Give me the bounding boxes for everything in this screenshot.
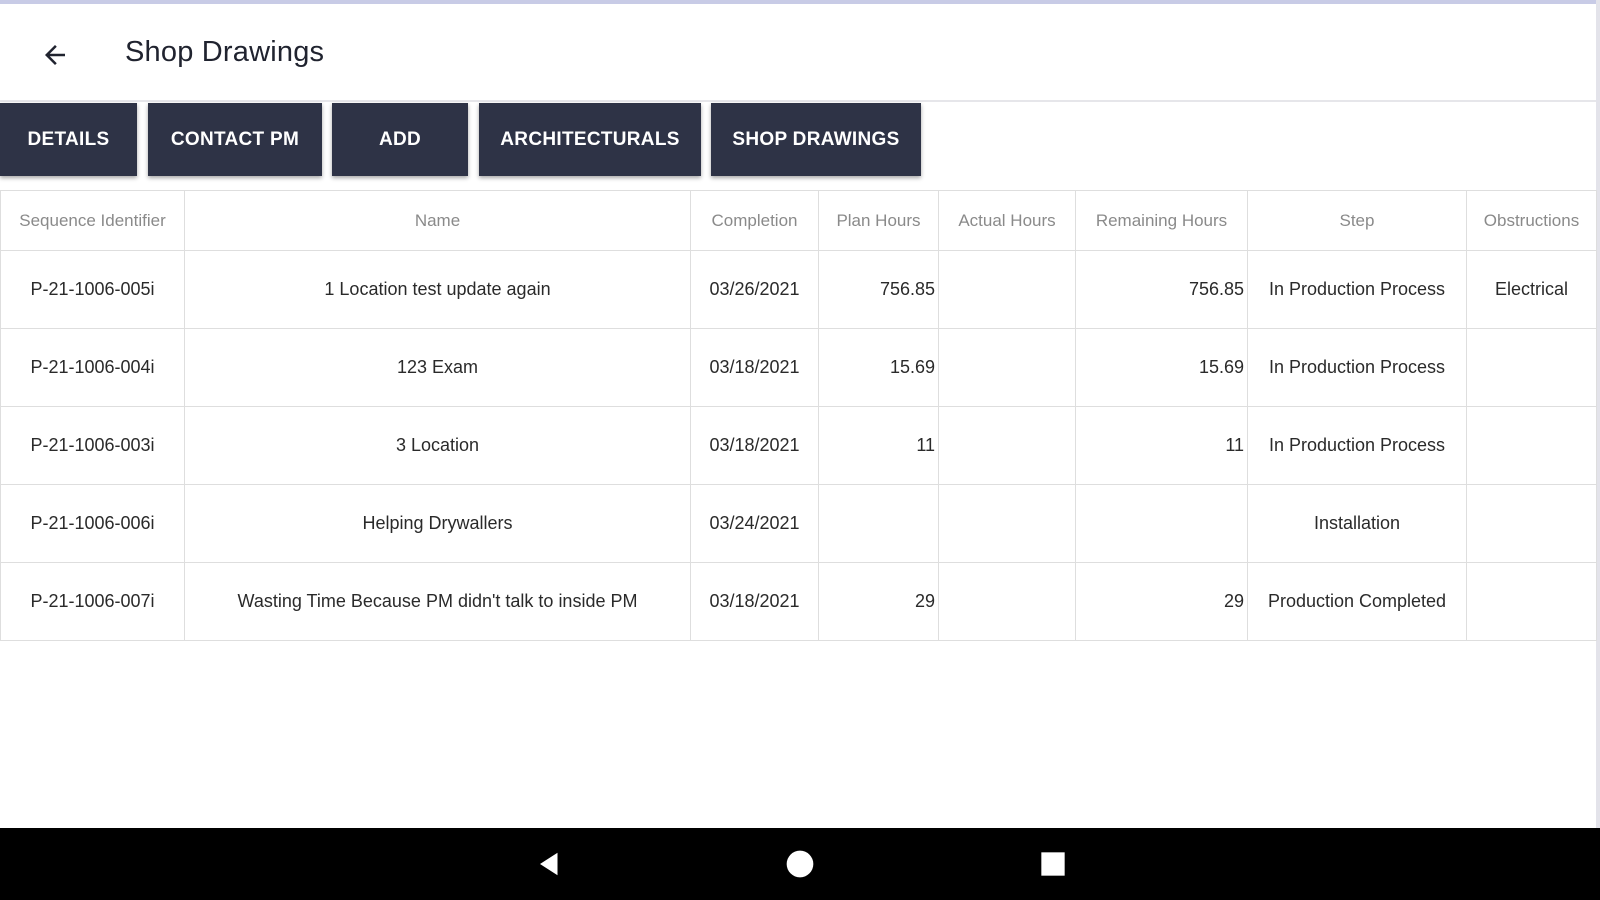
cell-sequence-identifier: P-21-1006-007i <box>0 562 185 641</box>
cell-actual-hours <box>938 406 1076 485</box>
column-header-completion[interactable]: Completion <box>690 190 819 251</box>
cell-completion: 03/26/2021 <box>690 250 819 329</box>
column-header-sequence-identifier[interactable]: Sequence Identifier <box>0 190 185 251</box>
column-header-actual-hours[interactable]: Actual Hours <box>938 190 1076 251</box>
cell-step: Production Completed <box>1247 562 1467 641</box>
cell-actual-hours <box>938 484 1076 563</box>
cell-sequence-identifier: P-21-1006-005i <box>0 250 185 329</box>
cell-obstructions <box>1466 406 1597 485</box>
cell-obstructions <box>1466 562 1597 641</box>
action-toolbar: DETAILS CONTACT PM ADD ARCHITECTURALS SH… <box>0 103 1596 177</box>
arrow-left-icon <box>45 45 65 65</box>
cell-obstructions <box>1466 484 1597 563</box>
circle-home-icon <box>786 850 814 878</box>
column-header-name[interactable]: Name <box>184 190 691 251</box>
table-row[interactable]: P-21-1006-005i 1 Location test update ag… <box>0 250 1597 329</box>
cell-name: Helping Drywallers <box>184 484 691 563</box>
cell-step: In Production Process <box>1247 406 1467 485</box>
cell-remaining-hours: 11 <box>1075 406 1248 485</box>
table-header-row: Sequence Identifier Name Completion Plan… <box>0 190 1597 251</box>
cell-plan-hours: 11 <box>818 406 939 485</box>
cell-plan-hours: 756.85 <box>818 250 939 329</box>
table-row[interactable]: P-21-1006-006i Helping Drywallers 03/24/… <box>0 484 1597 563</box>
cell-step: Installation <box>1247 484 1467 563</box>
cell-actual-hours <box>938 250 1076 329</box>
cell-name: 1 Location test update again <box>184 250 691 329</box>
nav-back-button[interactable] <box>530 846 570 882</box>
cell-name: 3 Location <box>184 406 691 485</box>
cell-completion: 03/24/2021 <box>690 484 819 563</box>
cell-step: In Production Process <box>1247 328 1467 407</box>
cell-completion: 03/18/2021 <box>690 562 819 641</box>
table-row[interactable]: P-21-1006-003i 3 Location 03/18/2021 11 … <box>0 406 1597 485</box>
add-button[interactable]: ADD <box>332 103 468 176</box>
shop-drawings-table: Sequence Identifier Name Completion Plan… <box>0 190 1597 641</box>
cell-name: 123 Exam <box>184 328 691 407</box>
cell-completion: 03/18/2021 <box>690 406 819 485</box>
column-header-remaining-hours[interactable]: Remaining Hours <box>1075 190 1248 251</box>
cell-actual-hours <box>938 562 1076 641</box>
cell-remaining-hours: 29 <box>1075 562 1248 641</box>
system-navigation-bar <box>0 828 1600 900</box>
nav-recents-button[interactable] <box>1033 846 1073 882</box>
cell-actual-hours <box>938 328 1076 407</box>
cell-remaining-hours <box>1075 484 1248 563</box>
cell-sequence-identifier: P-21-1006-003i <box>0 406 185 485</box>
table-row[interactable]: P-21-1006-004i 123 Exam 03/18/2021 15.69… <box>0 328 1597 407</box>
cell-remaining-hours: 756.85 <box>1075 250 1248 329</box>
app-bar: Shop Drawings <box>0 4 1596 102</box>
shop-drawings-button[interactable]: SHOP DRAWINGS <box>711 103 921 176</box>
page-title: Shop Drawings <box>125 36 325 68</box>
cell-step: In Production Process <box>1247 250 1467 329</box>
cell-obstructions <box>1466 328 1597 407</box>
cell-name: Wasting Time Because PM didn't talk to i… <box>184 562 691 641</box>
cell-obstructions: Electrical <box>1466 250 1597 329</box>
cell-remaining-hours: 15.69 <box>1075 328 1248 407</box>
cell-plan-hours <box>818 484 939 563</box>
contact-pm-button[interactable]: CONTACT PM <box>148 103 322 176</box>
cell-plan-hours: 29 <box>818 562 939 641</box>
architecturals-button[interactable]: ARCHITECTURALS <box>479 103 701 176</box>
column-header-plan-hours[interactable]: Plan Hours <box>818 190 939 251</box>
back-button[interactable] <box>30 30 80 80</box>
details-button[interactable]: DETAILS <box>0 103 137 176</box>
column-header-step[interactable]: Step <box>1247 190 1467 251</box>
square-recents-icon <box>1041 852 1065 876</box>
cell-sequence-identifier: P-21-1006-004i <box>0 328 185 407</box>
nav-home-button[interactable] <box>780 846 820 882</box>
cell-plan-hours: 15.69 <box>818 328 939 407</box>
column-header-obstructions[interactable]: Obstructions <box>1466 190 1597 251</box>
cell-sequence-identifier: P-21-1006-006i <box>0 484 185 563</box>
triangle-back-icon <box>540 852 558 876</box>
table-row[interactable]: P-21-1006-007i Wasting Time Because PM d… <box>0 562 1597 641</box>
cell-completion: 03/18/2021 <box>690 328 819 407</box>
